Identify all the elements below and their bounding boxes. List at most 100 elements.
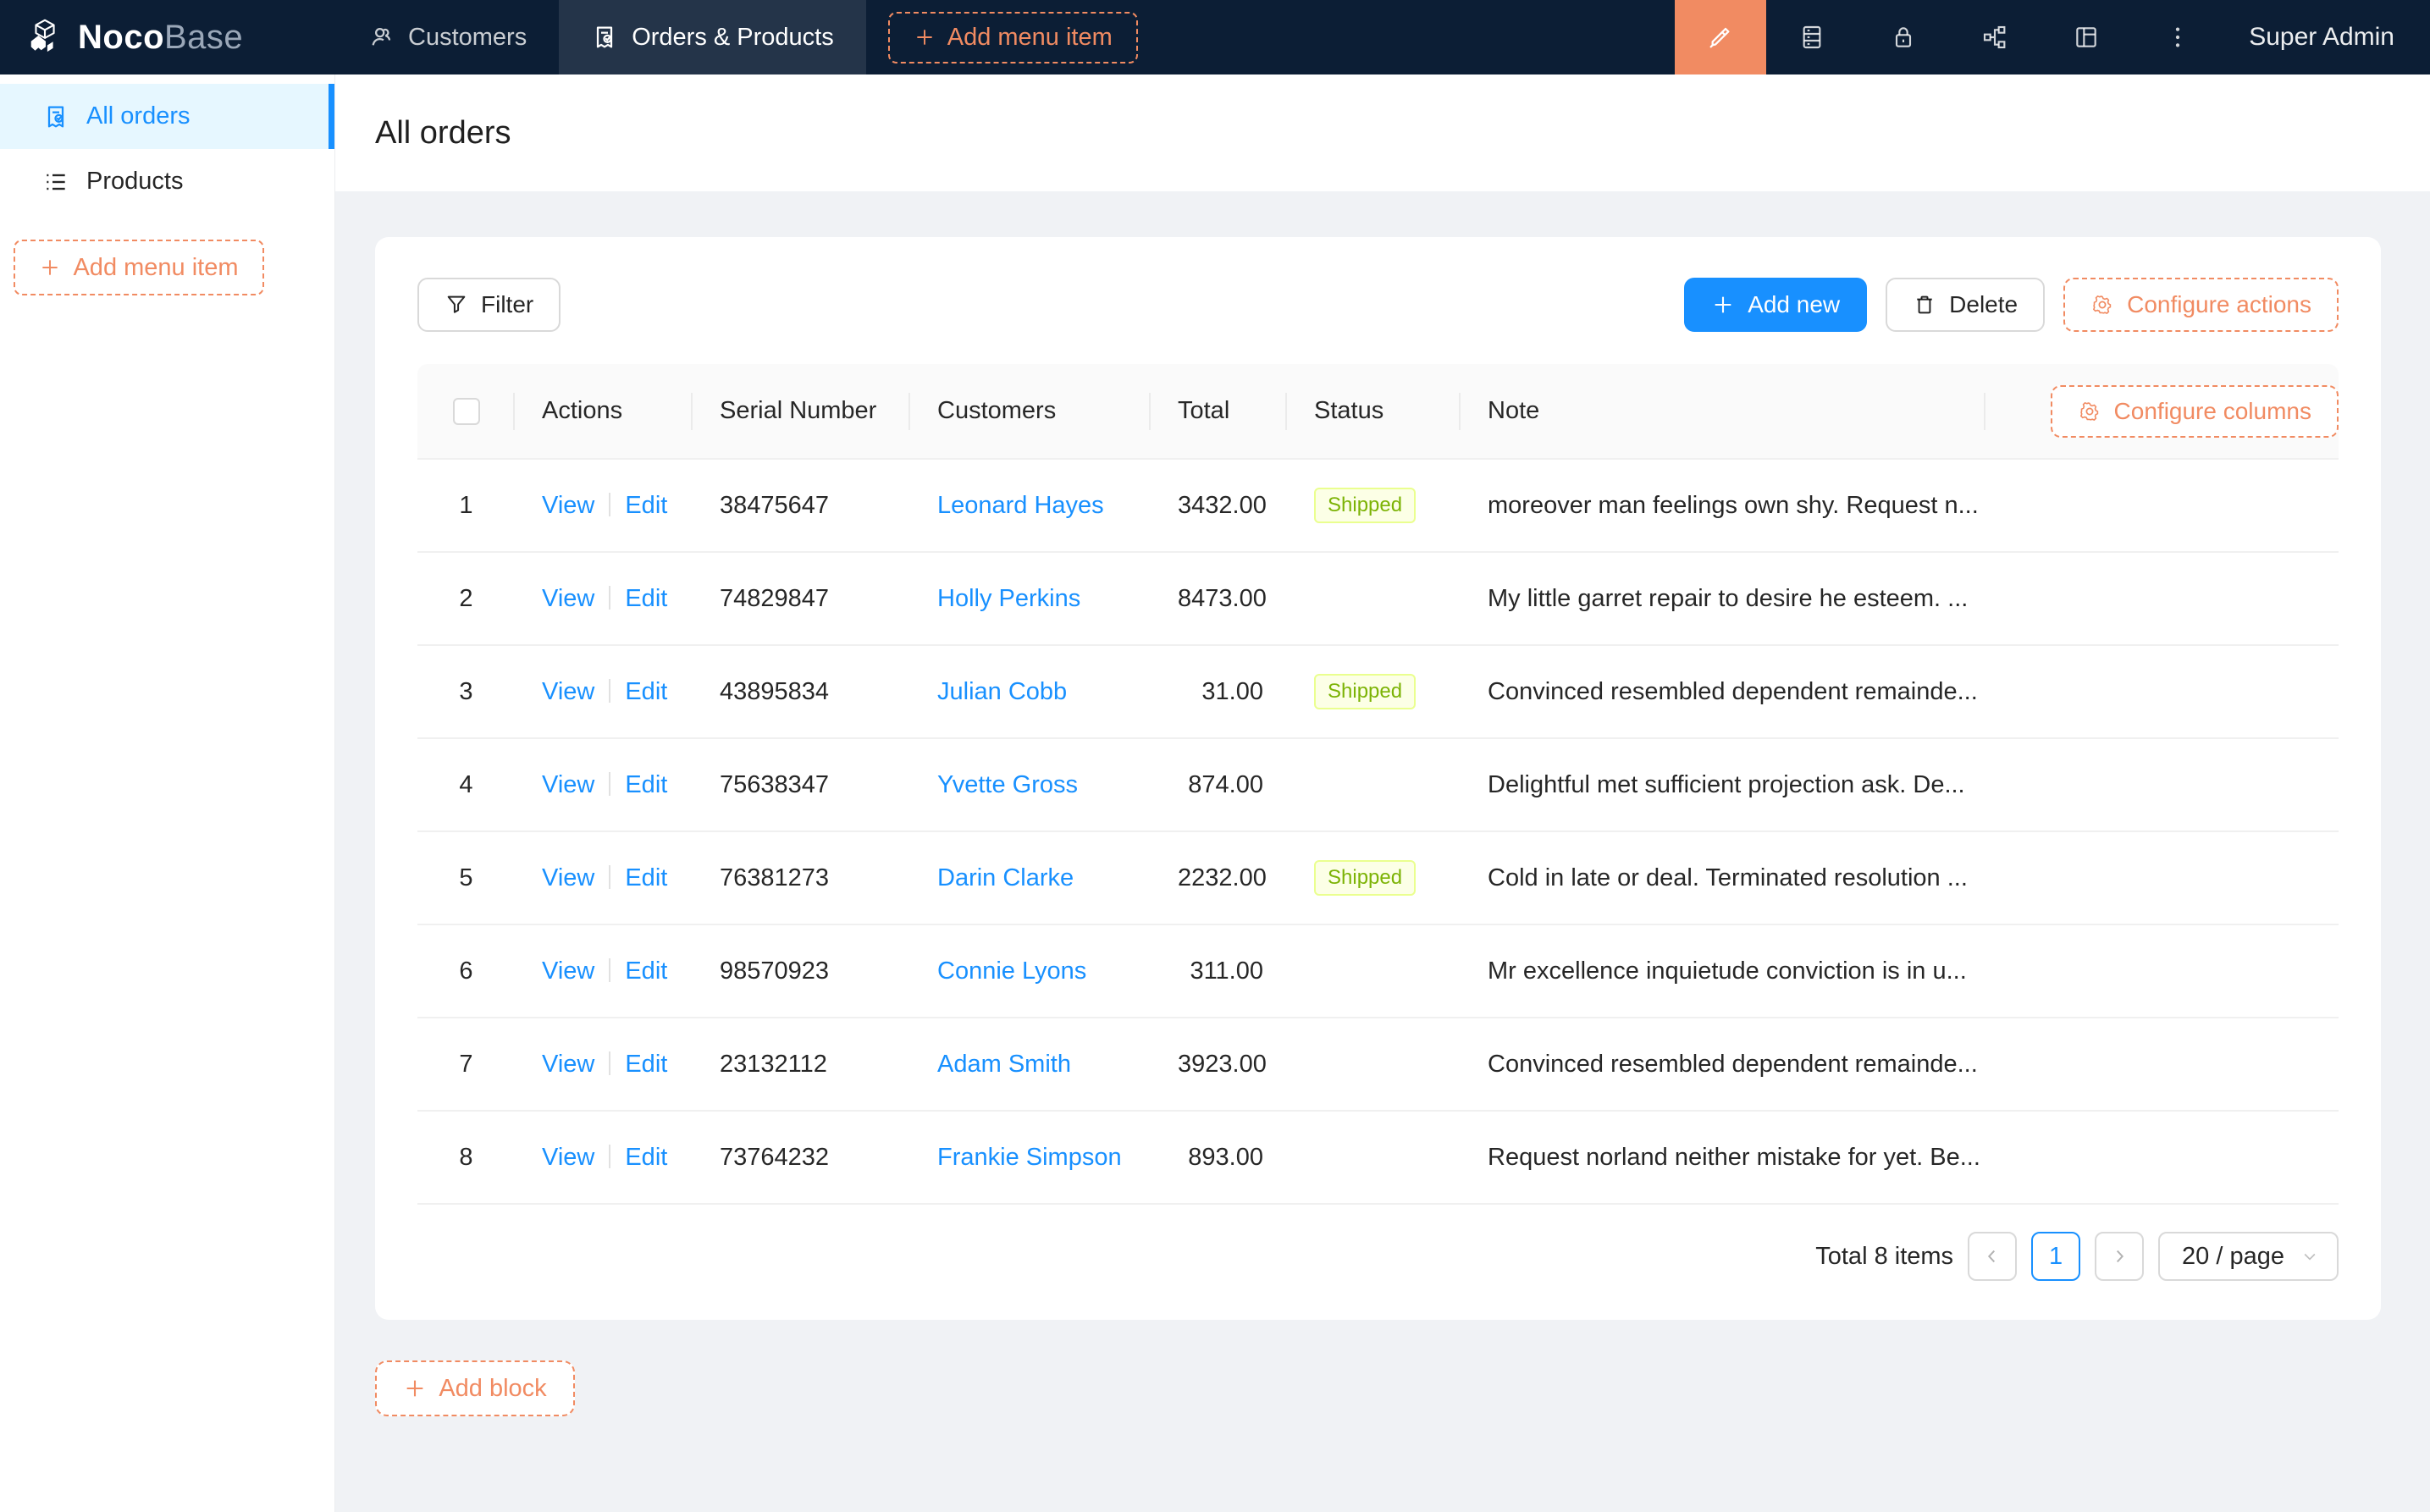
table-toolbar: Filter Add new bbox=[417, 278, 2339, 332]
column-header-total: Total bbox=[1151, 364, 1287, 459]
orders-table-block: Filter Add new bbox=[375, 237, 2381, 1320]
view-link[interactable]: View bbox=[542, 957, 594, 985]
plus-icon bbox=[39, 257, 61, 279]
sidebar-item-all-orders[interactable]: All orders bbox=[0, 84, 334, 149]
table-header-row: Actions Serial Number Customers Total St… bbox=[417, 364, 2339, 459]
lock-icon bbox=[1890, 24, 1917, 51]
customer-link[interactable]: Frankie Simpson bbox=[937, 1144, 1122, 1171]
user-menu[interactable]: Super Admin bbox=[2223, 0, 2430, 74]
plus-icon bbox=[914, 26, 936, 48]
table-row: 3 ViewEdit 43895834 Julian Cobb 31.00 Sh… bbox=[417, 645, 2339, 738]
note-cell: moreover man feelings own shy. Request n… bbox=[1461, 459, 1985, 552]
navbar-add-menu-item-label: Add menu item bbox=[947, 24, 1113, 52]
serial-cell: 23132112 bbox=[693, 1018, 910, 1111]
serial-cell: 74829847 bbox=[693, 552, 910, 645]
page-number-1[interactable]: 1 bbox=[2031, 1232, 2080, 1281]
edit-link[interactable]: Edit bbox=[625, 957, 667, 985]
customer-link[interactable]: Adam Smith bbox=[937, 1051, 1071, 1078]
add-new-button[interactable]: Add new bbox=[1684, 278, 1867, 332]
column-header-serial: Serial Number bbox=[693, 364, 910, 459]
nav-tab-orders-products[interactable]: Orders & Products bbox=[559, 0, 866, 74]
filter-button[interactable]: Filter bbox=[417, 278, 561, 332]
highlighter-icon bbox=[1707, 24, 1734, 51]
main-area: All orders Filter bbox=[335, 74, 2430, 1512]
action-divider bbox=[609, 865, 610, 889]
edit-link[interactable]: Edit bbox=[625, 864, 667, 891]
nocobase-logo[interactable]: NocoBase bbox=[0, 0, 335, 74]
ellipsis-vertical-icon bbox=[2164, 24, 2191, 51]
view-link[interactable]: View bbox=[542, 492, 594, 519]
column-header-status: Status bbox=[1287, 364, 1461, 459]
pagination-total: Total 8 items bbox=[1815, 1243, 1953, 1271]
permissions-button[interactable] bbox=[1858, 0, 1949, 74]
view-link[interactable]: View bbox=[542, 864, 594, 891]
view-link[interactable]: View bbox=[542, 771, 594, 798]
order-file-icon bbox=[591, 24, 618, 51]
status-badge: Shipped bbox=[1314, 860, 1416, 896]
edit-link[interactable]: Edit bbox=[625, 492, 667, 519]
table-row: 6 ViewEdit 98570923 Connie Lyons 311.00 … bbox=[417, 924, 2339, 1018]
page-size-select[interactable]: 20 / page bbox=[2158, 1232, 2339, 1281]
prev-page-button[interactable] bbox=[1968, 1232, 2017, 1281]
sidebar-add-menu-item-button[interactable]: Add menu item bbox=[14, 240, 264, 295]
total-cell: 311.00 bbox=[1151, 924, 1287, 1018]
edit-link[interactable]: Edit bbox=[625, 585, 667, 612]
next-page-button[interactable] bbox=[2095, 1232, 2144, 1281]
edit-link[interactable]: Edit bbox=[625, 1051, 667, 1078]
status-badge: Shipped bbox=[1314, 488, 1416, 523]
view-link[interactable]: View bbox=[542, 1051, 594, 1078]
table-row: 7 ViewEdit 23132112 Adam Smith 3923.00 C… bbox=[417, 1018, 2339, 1111]
view-link[interactable]: View bbox=[542, 585, 594, 612]
block-templates-button[interactable] bbox=[2041, 0, 2132, 74]
collections-button[interactable] bbox=[1766, 0, 1858, 74]
add-block-button[interactable]: Add block bbox=[375, 1360, 575, 1416]
edit-link[interactable]: Edit bbox=[625, 1144, 667, 1171]
view-link[interactable]: View bbox=[542, 678, 594, 705]
action-divider bbox=[609, 586, 610, 610]
edit-link[interactable]: Edit bbox=[625, 771, 667, 798]
total-cell: 874.00 bbox=[1151, 738, 1287, 831]
nav-tab-customers-label: Customers bbox=[408, 24, 527, 52]
configure-actions-button[interactable]: Configure actions bbox=[2063, 278, 2339, 332]
customer-link[interactable]: Connie Lyons bbox=[937, 957, 1086, 985]
customer-link[interactable]: Yvette Gross bbox=[937, 771, 1078, 798]
nav-tab-orders-label: Orders & Products bbox=[632, 24, 834, 52]
sidebar-item-products[interactable]: Products bbox=[0, 149, 334, 214]
list-icon bbox=[42, 168, 69, 196]
app-root: NocoBase Customers Orders & Products Add… bbox=[0, 0, 2430, 1512]
toolbar-actions: Add new Delete bbox=[1684, 278, 2339, 332]
nav-tab-customers[interactable]: Customers bbox=[335, 0, 559, 74]
customer-link[interactable]: Darin Clarke bbox=[937, 864, 1074, 891]
customer-link[interactable]: Julian Cobb bbox=[937, 678, 1067, 705]
customer-link[interactable]: Leonard Hayes bbox=[937, 492, 1104, 519]
total-cell: 8473.00 bbox=[1151, 552, 1287, 645]
trash-icon bbox=[1913, 293, 1936, 317]
select-all-checkbox[interactable] bbox=[453, 398, 480, 425]
more-actions-button[interactable] bbox=[2132, 0, 2223, 74]
configure-actions-label: Configure actions bbox=[2127, 291, 2311, 318]
total-cell: 3432.00 bbox=[1151, 459, 1287, 552]
workflow-button[interactable] bbox=[1949, 0, 2041, 74]
ui-editor-toggle[interactable] bbox=[1675, 0, 1766, 74]
customer-link[interactable]: Holly Perkins bbox=[937, 585, 1080, 612]
note-cell: Convinced resembled dependent remainde..… bbox=[1461, 645, 1985, 738]
delete-button[interactable]: Delete bbox=[1886, 278, 2045, 332]
note-cell: Convinced resembled dependent remainde..… bbox=[1461, 1018, 1985, 1111]
row-index: 6 bbox=[417, 924, 515, 1018]
row-index: 2 bbox=[417, 552, 515, 645]
filter-button-label: Filter bbox=[481, 291, 533, 318]
edit-link[interactable]: Edit bbox=[625, 678, 667, 705]
navbar-add-menu-item-button[interactable]: Add menu item bbox=[888, 12, 1138, 63]
row-index: 1 bbox=[417, 459, 515, 552]
table-row: 5 ViewEdit 76381273 Darin Clarke 2232.00… bbox=[417, 831, 2339, 924]
total-cell: 31.00 bbox=[1151, 645, 1287, 738]
note-cell: Mr excellence inquietude conviction is i… bbox=[1461, 924, 1985, 1018]
table-row: 1 ViewEdit 38475647 Leonard Hayes 3432.0… bbox=[417, 459, 2339, 552]
configure-columns-button[interactable]: Configure columns bbox=[2051, 385, 2339, 438]
action-divider bbox=[609, 958, 610, 982]
note-cell: Cold in late or deal. Terminated resolut… bbox=[1461, 831, 1985, 924]
chevron-down-icon bbox=[2301, 1248, 2318, 1265]
org-chart-icon bbox=[1981, 24, 2008, 51]
page-header: All orders bbox=[335, 74, 2430, 191]
view-link[interactable]: View bbox=[542, 1144, 594, 1171]
